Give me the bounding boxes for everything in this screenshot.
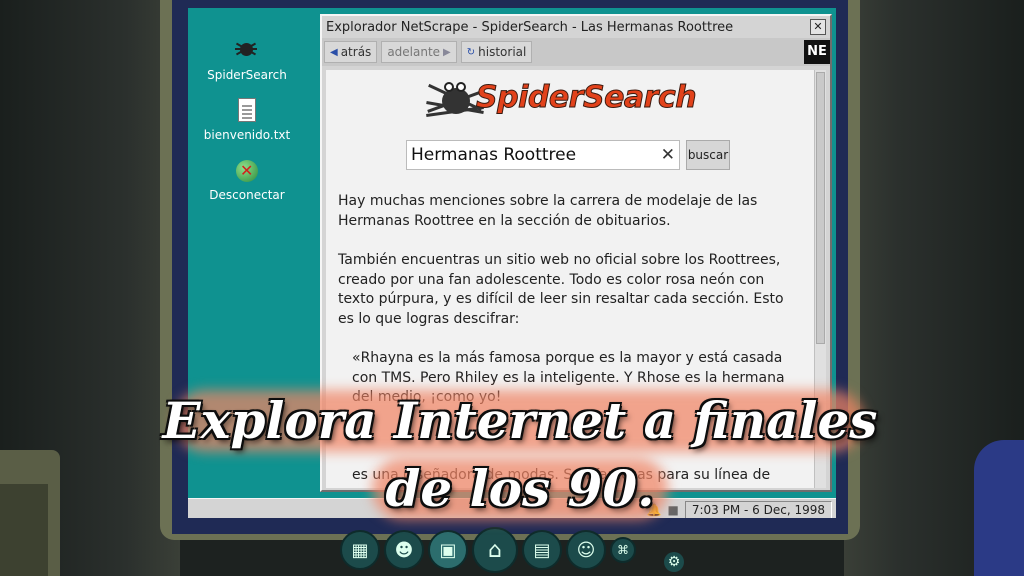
board-icon: ▦ <box>351 539 369 561</box>
search-input[interactable]: Hermanas Roottree ✕ <box>406 140 680 170</box>
desktop-icon-label: SpiderSearch <box>207 68 287 82</box>
computer-button[interactable]: ▣ <box>428 530 468 570</box>
chair <box>974 440 1024 576</box>
notebook-button[interactable]: ▤ <box>522 530 562 570</box>
map-button[interactable]: ▦ <box>340 530 380 570</box>
caption-overlay: Explora Internet a finales de los 90. <box>150 372 890 532</box>
clear-icon[interactable]: ✕ <box>661 141 675 169</box>
settings-gear-icon[interactable]: ⚙ <box>664 552 684 572</box>
window-titlebar[interactable]: Explorador NetScrape - SpiderSearch - La… <box>322 16 830 38</box>
history-icon: ↻ <box>466 46 476 58</box>
search-value: Hermanas Roottree <box>411 145 577 165</box>
back-label: atrás <box>340 45 372 59</box>
browser-logo: NE <box>804 40 830 64</box>
close-button[interactable]: ✕ <box>810 19 826 35</box>
game-dock: ▦ ☻ ▣ ⌂ ▤ ☺ ⌘ <box>340 526 636 574</box>
network-icon: ⌘ <box>617 543 629 557</box>
history-label: historial <box>478 45 527 59</box>
caption-line-2: de los 90. <box>385 459 655 518</box>
caption-line-1: Explora Internet a finales <box>162 391 878 450</box>
desktop-icon-label: Desconectar <box>209 188 285 202</box>
spider-icon <box>235 38 259 62</box>
profile-button[interactable]: ☻ <box>384 530 424 570</box>
result-paragraph: Hay muchas menciones sobre la carrera de… <box>338 193 758 229</box>
spidersearch-logo: SpiderSearch <box>426 76 726 124</box>
desktop-icon-spidersearch[interactable]: SpiderSearch <box>192 38 302 82</box>
side-monitor-speaker <box>0 484 48 576</box>
text-file-icon <box>238 98 256 122</box>
back-button[interactable]: ◀ atrás <box>324 41 378 63</box>
logo-text: SpiderSearch <box>475 80 697 116</box>
history-button[interactable]: ↻ historial <box>460 41 533 63</box>
window-title: Explorador NetScrape - SpiderSearch - La… <box>326 19 734 35</box>
disconnect-icon <box>236 160 258 182</box>
person-icon: ☻ <box>394 539 414 561</box>
contacts-button[interactable]: ☺ <box>566 530 606 570</box>
home-button[interactable]: ⌂ <box>472 527 518 573</box>
result-paragraph: También encuentras un sitio web no ofici… <box>338 252 784 327</box>
search-button[interactable]: buscar <box>686 140 730 170</box>
browser-toolbar: ◀ atrás adelante ▶ ↻ historial NE <box>322 38 830 66</box>
forward-label: adelante <box>387 45 441 59</box>
forward-button[interactable]: adelante ▶ <box>381 41 457 63</box>
people-icon: ☺ <box>576 539 596 561</box>
desktop-icon-label: bienvenido.txt <box>203 128 291 142</box>
network-button[interactable]: ⌘ <box>610 537 636 563</box>
notebook-icon: ▤ <box>533 539 551 561</box>
desktop-icon-bienvenido[interactable]: bienvenido.txt <box>192 98 302 142</box>
side-monitor <box>0 450 60 576</box>
arrow-right-icon: ▶ <box>443 46 451 58</box>
desktop-icon-desconectar[interactable]: Desconectar <box>192 160 302 202</box>
scroll-thumb[interactable] <box>816 72 825 344</box>
house-icon: ⌂ <box>488 537 502 563</box>
computer-icon: ▣ <box>439 539 457 561</box>
arrow-left-icon: ◀ <box>330 46 338 58</box>
